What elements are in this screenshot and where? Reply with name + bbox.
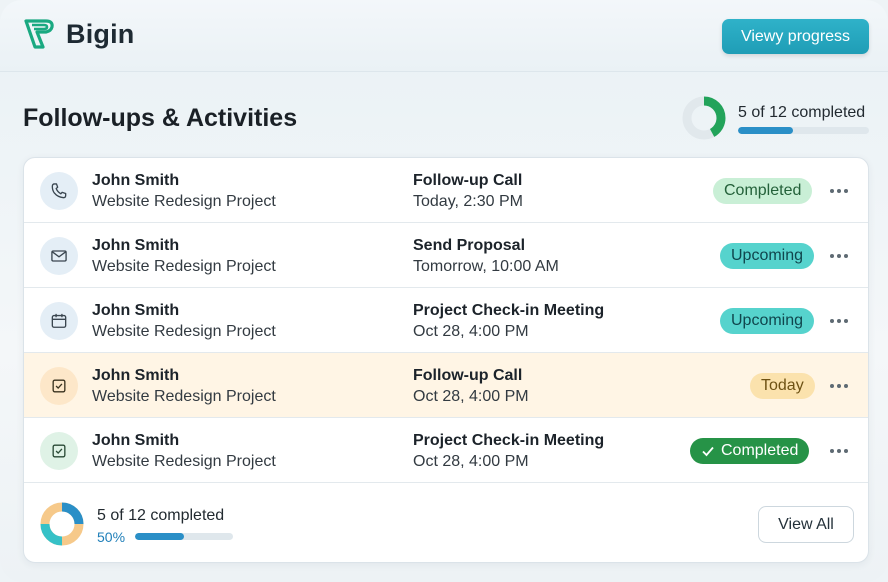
activity-title: Follow-up Call [413, 172, 523, 189]
view-progress-button[interactable]: Viewy progress [722, 19, 869, 54]
contact-name: John Smith [92, 302, 180, 319]
contact-name: John Smith [92, 172, 180, 189]
activity-time: Oct 28, 4:00 PM [413, 453, 529, 470]
completion-summary: 5 of 12 completed [680, 94, 870, 144]
card-footer: 5 of 12 completed 50% View All [24, 487, 868, 562]
completion-progress-bar [738, 127, 869, 134]
more-options-icon[interactable] [826, 243, 852, 269]
footer-progress-fill [135, 533, 184, 540]
status-badge: Today [750, 373, 815, 399]
project-name: Website Redesign Project [92, 193, 276, 210]
footer-progress-bar [135, 533, 233, 540]
activity-row[interactable]: John Smith Website Redesign Project Foll… [24, 353, 868, 418]
activity-title: Project Check-in Meeting [413, 302, 605, 319]
brand[interactable]: Bigin [22, 16, 135, 52]
activity-time: Oct 28, 4:00 PM [413, 388, 529, 405]
status-badge: Upcoming [720, 308, 815, 334]
activity-title: Project Check-in Meeting [413, 432, 605, 449]
project-name: Website Redesign Project [92, 453, 276, 470]
footer-percent-label: 50% [97, 529, 126, 545]
brand-name: Bigin [66, 18, 135, 49]
activity-time: Today, 2:30 PM [413, 193, 523, 210]
contact-name: John Smith [92, 237, 180, 254]
activity-row[interactable]: John Smith Website Redesign Project Proj… [24, 418, 868, 483]
checkbox-icon [52, 444, 66, 458]
project-name: Website Redesign Project [92, 388, 276, 405]
activity-row[interactable]: John Smith Website Redesign Project Send… [24, 223, 868, 288]
activity-time: Oct 28, 4:00 PM [413, 323, 529, 340]
phone-icon [51, 183, 67, 199]
contact-name: John Smith [92, 432, 180, 449]
status-badge: Completed [713, 178, 813, 204]
checkbox-icon [52, 379, 66, 393]
status-badge: Upcoming [720, 243, 815, 269]
more-options-icon[interactable] [826, 178, 852, 204]
top-bar: Bigin Viewy progress [0, 0, 888, 72]
status-badge: Completed [690, 438, 810, 464]
activity-row[interactable]: John Smith Website Redesign Project Proj… [24, 288, 868, 353]
app-window: Bigin Viewy progress Follow-ups & Activi… [0, 0, 888, 582]
more-options-icon[interactable] [826, 373, 852, 399]
view-all-button[interactable]: View All [758, 506, 854, 543]
page-title: Follow-ups & Activities [23, 104, 298, 132]
completion-progress-fill [738, 127, 794, 134]
activities-card: John Smith Website Redesign Project Foll… [23, 157, 869, 563]
more-options-icon[interactable] [826, 438, 852, 464]
calendar-icon [51, 313, 67, 328]
contact-name: John Smith [92, 367, 180, 384]
more-options-icon[interactable] [826, 308, 852, 334]
activity-time: Tomorrow, 10:00 AM [413, 258, 559, 275]
mail-icon [51, 250, 67, 262]
activity-title: Send Proposal [413, 237, 526, 254]
checkmark-icon [702, 446, 714, 457]
activity-row[interactable]: John Smith Website Redesign Project Foll… [24, 158, 868, 223]
progress-ring-chart [40, 502, 84, 546]
completion-summary-text: 5 of 12 completed [738, 104, 866, 121]
completion-ring-chart [682, 96, 726, 140]
bigin-logo-icon [24, 19, 54, 49]
project-name: Website Redesign Project [92, 323, 276, 340]
project-name: Website Redesign Project [92, 258, 276, 275]
activity-title: Follow-up Call [413, 367, 523, 384]
footer-summary-text: 5 of 12 completed [97, 507, 225, 524]
